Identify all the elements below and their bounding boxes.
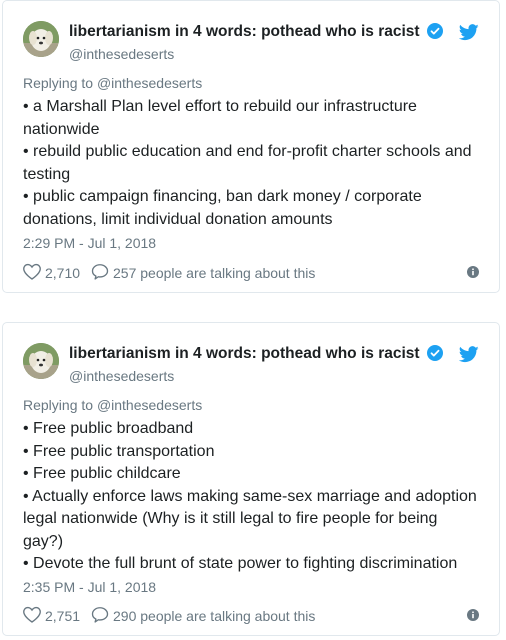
tweet-line: legal nationwide (Why is it still legal …: [23, 510, 438, 527]
tweet-actions: 2,751 290 people are talking about this: [23, 606, 479, 626]
replying-to-link[interactable]: @inthesedeserts: [97, 75, 202, 91]
like-count: 2,751: [45, 608, 81, 624]
tweet-line: nationwide: [23, 120, 100, 138]
tweet-line: • rebuild public education and end for-p…: [23, 143, 472, 160]
heart-icon: [23, 606, 45, 626]
tweet-line: • Free public transportation: [23, 442, 215, 460]
twitter-bird-icon[interactable]: [458, 24, 479, 46]
tweet-line: • a Marshall Plan level effort to rebuil…: [23, 98, 417, 115]
display-name[interactable]: libertarianism in 4 words: pothead who i…: [69, 23, 420, 40]
heart-icon: [23, 263, 45, 283]
like-button[interactable]: 2,751: [23, 606, 80, 626]
info-icon[interactable]: [467, 265, 479, 281]
replying-to-link[interactable]: @inthesedeserts: [97, 397, 202, 413]
verified-badge-icon: [426, 345, 443, 367]
talking-count: 290 people are talking about this: [113, 608, 316, 624]
like-count: 2,710: [45, 265, 81, 281]
tweet-line: • Free public childcare: [23, 465, 181, 482]
tweet-header: libertarianism in 4 words: pothead who i…: [23, 343, 479, 385]
user-handle[interactable]: @inthesedeserts: [69, 367, 443, 385]
speech-bubble-icon: [91, 263, 113, 283]
verified-badge-icon: [426, 23, 443, 45]
tweet-line: testing: [23, 165, 71, 183]
tweet-line: gay?): [23, 532, 64, 550]
info-icon[interactable]: [467, 608, 479, 624]
tweet-line: • public campaign financing, ban dark mo…: [23, 188, 422, 205]
display-name[interactable]: libertarianism in 4 words: pothead who i…: [69, 345, 420, 362]
tweet-timestamp[interactable]: 2:35 PM - Jul 1, 2018: [23, 579, 156, 595]
talking-count: 257 people are talking about this: [113, 265, 316, 281]
tweet-card[interactable]: libertarianism in 4 words: pothead who i…: [2, 322, 500, 636]
user-handle[interactable]: @inthesedeserts: [69, 45, 443, 63]
avatar[interactable]: [23, 343, 59, 379]
tweet-actions: 2,710 257 people are talking about this: [23, 263, 479, 283]
tweet-line: donations, limit individual donation amo…: [23, 210, 333, 228]
avatar[interactable]: [23, 21, 59, 57]
tweet-line: • Devote the full brunt of state power t…: [23, 555, 458, 572]
replying-to: Replying to @inthesedeserts: [23, 397, 203, 413]
tweet-line: • Free public broadband: [23, 420, 194, 437]
tweet-text: • a Marshall Plan level effort to rebuil…: [23, 96, 483, 231]
tweet-timestamp[interactable]: 2:29 PM - Jul 1, 2018: [23, 235, 156, 251]
twitter-bird-icon[interactable]: [458, 346, 479, 368]
conversation-link[interactable]: 257 people are talking about this: [91, 263, 315, 283]
like-button[interactable]: 2,710: [23, 263, 80, 283]
replying-to: Replying to @inthesedeserts: [23, 75, 203, 91]
tweet-card[interactable]: libertarianism in 4 words: pothead who i…: [2, 0, 500, 293]
conversation-link[interactable]: 290 people are talking about this: [91, 606, 315, 626]
tweet-header: libertarianism in 4 words: pothead who i…: [23, 21, 479, 63]
speech-bubble-icon: [91, 606, 113, 626]
tweet-line: • Actually enforce laws making same-sex …: [23, 487, 477, 505]
tweet-text: • Free public broadband • Free public tr…: [23, 418, 483, 576]
